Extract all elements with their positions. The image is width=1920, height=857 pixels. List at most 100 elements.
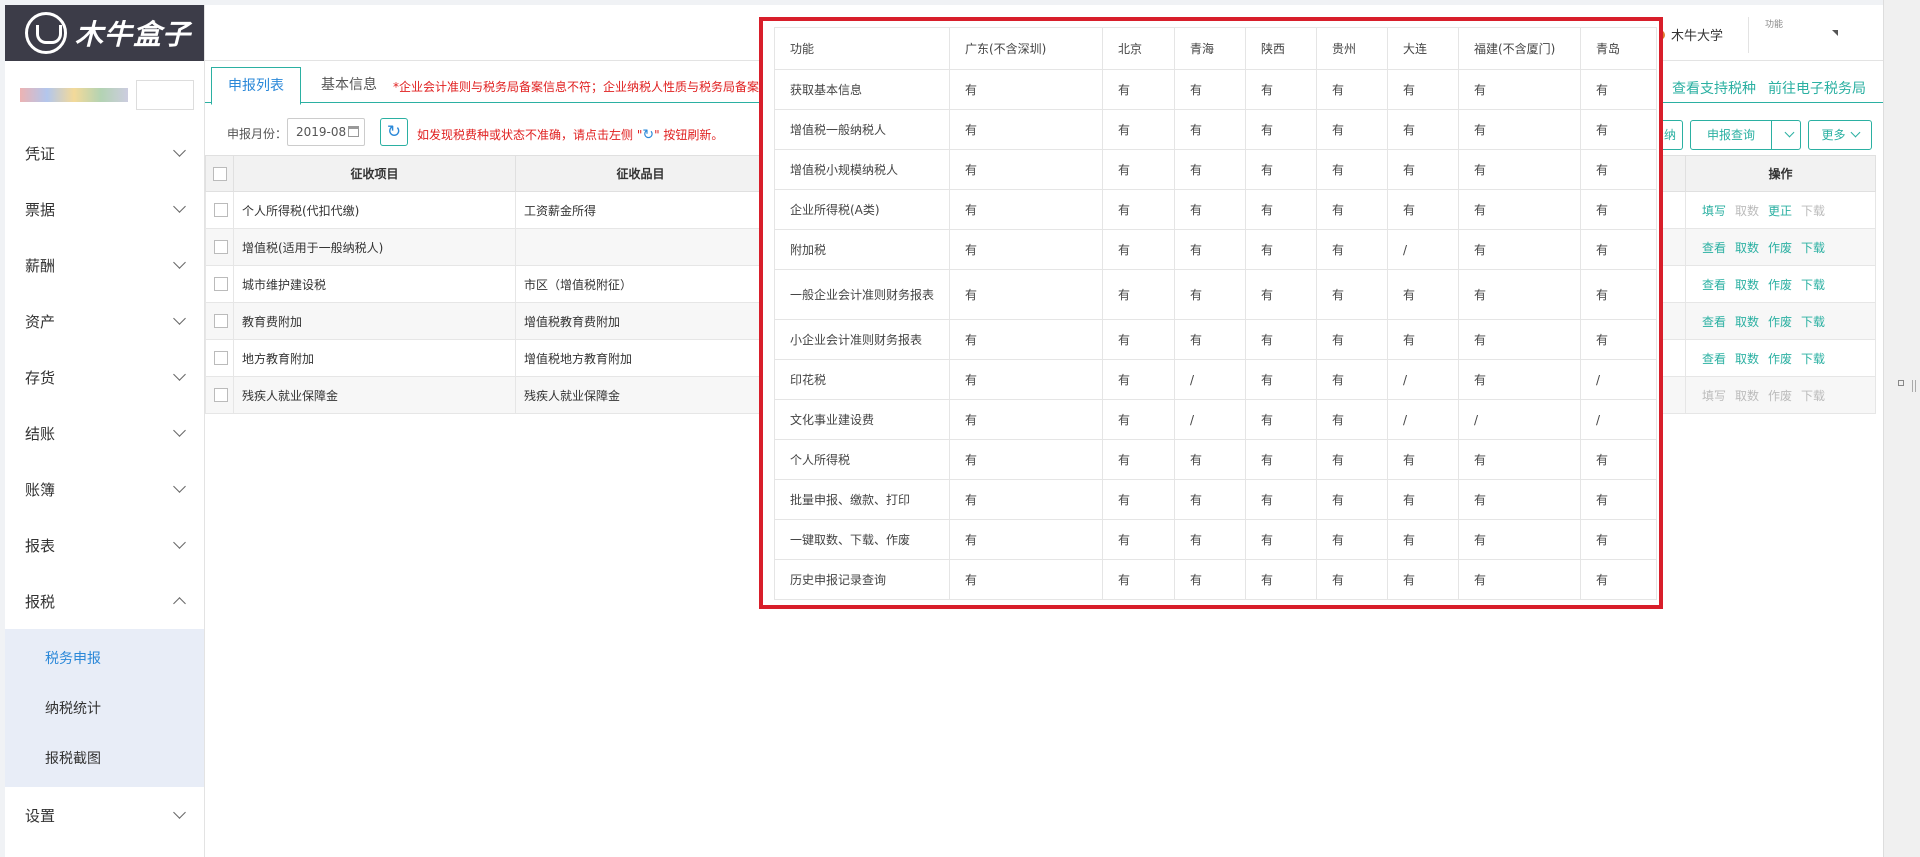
feature-cell: 有 <box>949 269 1103 320</box>
e-tax-bureau-link[interactable]: 前往电子税务局 <box>1768 78 1866 98</box>
row-op[interactable]: 取数 <box>1735 278 1759 292</box>
declaration-query-button[interactable]: 申报查询 <box>1690 120 1772 150</box>
tab-basic-info[interactable]: 基本信息 <box>305 67 393 103</box>
sidebar-item-1[interactable]: 票据 <box>5 181 204 237</box>
feature-cell: / <box>1387 359 1459 400</box>
refresh-button[interactable]: ↻ <box>380 118 408 146</box>
feature-cell: 有 <box>1102 439 1175 480</box>
cell-category: 增值税地方教育附加 <box>515 339 766 377</box>
row-op[interactable]: 作废 <box>1768 315 1792 329</box>
feature-cell: 有 <box>1316 559 1388 600</box>
cell-category <box>515 228 766 266</box>
feature-cell: 有 <box>1580 269 1657 320</box>
row-op[interactable]: 查看 <box>1702 278 1726 292</box>
row-checkbox-cell[interactable] <box>205 265 234 303</box>
feature-cell: 有 <box>1316 69 1388 110</box>
feature-header-cell: 大连 <box>1387 27 1459 70</box>
more-button[interactable]: 更多 <box>1808 120 1872 150</box>
cell-item: 教育费附加 <box>233 302 516 340</box>
feature-row: 获取基本信息有有有有有有有有 <box>774 69 1657 110</box>
feature-cell: 附加税 <box>774 229 950 270</box>
sidebar-subitem-1[interactable]: 纳税统计 <box>5 683 204 733</box>
cell-ops: 查看 取数 作废 下载 <box>1685 339 1876 377</box>
row-op[interactable]: 作废 <box>1768 278 1792 292</box>
row-checkbox[interactable] <box>214 240 228 255</box>
sidebar-item-settings[interactable]: 设置 <box>5 787 204 843</box>
feature-cell: 有 <box>1458 269 1581 320</box>
row-checkbox[interactable] <box>214 351 228 366</box>
feature-cell: 有 <box>1387 479 1459 520</box>
row-op[interactable]: 取数 <box>1735 241 1759 255</box>
row-op[interactable]: 作废 <box>1768 241 1792 255</box>
user-menu[interactable]: 木牛大学 <box>1655 25 1723 44</box>
feature-cell: / <box>1387 229 1459 270</box>
row-op[interactable]: 作废 <box>1768 352 1792 366</box>
feature-header-cell: 青岛 <box>1580 27 1657 70</box>
select-all-cell[interactable] <box>205 155 234 192</box>
row-checkbox-cell[interactable] <box>205 339 234 377</box>
row-checkbox[interactable] <box>214 314 228 329</box>
feature-cell: 有 <box>949 229 1103 270</box>
row-checkbox[interactable] <box>214 277 228 292</box>
feature-cell: 有 <box>1102 319 1175 360</box>
feature-cell: 有 <box>1102 189 1175 230</box>
month-picker[interactable]: 2019-08 <box>287 118 365 146</box>
sidebar-subitem-0[interactable]: 税务申报 <box>5 633 204 683</box>
feature-cell: 有 <box>1102 359 1175 400</box>
row-checkbox-cell[interactable] <box>205 191 234 229</box>
query-dropdown-button[interactable] <box>1771 120 1801 150</box>
feature-header-row: 功能 广东(不含深圳) 北京 青海 陕西 贵州 大连 福建(不含厦门) 青岛 <box>774 27 1657 70</box>
tab-declaration-list[interactable]: 申报列表 <box>211 67 301 105</box>
row-checkbox[interactable] <box>214 203 228 218</box>
sidebar-item-tax[interactable]: 报税 <box>5 573 204 629</box>
chevron-down-icon <box>173 312 186 325</box>
company-switch-box[interactable] <box>136 80 194 110</box>
feature-cell: 有 <box>1580 439 1657 480</box>
row-op[interactable]: 查看 <box>1702 315 1726 329</box>
feature-cell: 有 <box>1174 479 1246 520</box>
sidebar-item-7[interactable]: 报表 <box>5 517 204 573</box>
row-op[interactable]: 更正 <box>1768 204 1792 218</box>
dropdown-triangle-icon[interactable] <box>1832 30 1838 36</box>
row-checkbox-cell[interactable] <box>205 302 234 340</box>
feature-cell: / <box>1458 399 1581 440</box>
row-checkbox-cell[interactable] <box>205 228 234 266</box>
row-op[interactable]: 下载 <box>1801 315 1825 329</box>
feature-cell: 有 <box>1316 359 1388 400</box>
feature-cell: 增值税一般纳税人 <box>774 109 950 150</box>
sidebar-item-3[interactable]: 资产 <box>5 293 204 349</box>
feature-header-cell: 贵州 <box>1316 27 1388 70</box>
company-selector[interactable] <box>20 75 194 115</box>
sidebar-item-2[interactable]: 薪酬 <box>5 237 204 293</box>
row-op[interactable]: 取数 <box>1735 315 1759 329</box>
row-op[interactable]: 查看 <box>1702 352 1726 366</box>
feature-cell: 有 <box>1580 319 1657 360</box>
row-op[interactable]: 填写 <box>1702 204 1726 218</box>
sidebar-item-5[interactable]: 结账 <box>5 405 204 461</box>
row-op[interactable]: 下载 <box>1801 241 1825 255</box>
row-op[interactable]: 查看 <box>1702 241 1726 255</box>
sidebar-subitem-2[interactable]: 报税截图 <box>5 733 204 783</box>
sidebar-item-4[interactable]: 存货 <box>5 349 204 405</box>
row-checkbox[interactable] <box>214 388 228 403</box>
cell-category: 残疾人就业保障金 <box>515 376 766 414</box>
chevron-down-icon <box>173 536 186 549</box>
feature-cell: 有 <box>1387 439 1459 480</box>
select-all-checkbox[interactable] <box>212 166 227 181</box>
view-supported-taxes-link[interactable]: 查看支持税种 <box>1672 78 1756 98</box>
cell-category: 市区（增值税附征） <box>515 265 766 303</box>
row-op[interactable]: 下载 <box>1801 278 1825 292</box>
sidebar-item-0[interactable]: 凭证 <box>5 125 204 181</box>
row-op[interactable]: 取数 <box>1735 352 1759 366</box>
brand-logo[interactable]: 木牛盒子 <box>5 5 204 61</box>
feature-cell: 有 <box>1102 519 1175 560</box>
header-divider <box>1748 17 1749 53</box>
feature-cell: 批量申报、缴款、打印 <box>774 479 950 520</box>
sidebar-item-6[interactable]: 账簿 <box>5 461 204 517</box>
row-op: 取数 <box>1735 203 1760 218</box>
row-op[interactable]: 下载 <box>1801 352 1825 366</box>
header-mini-label: 功能 <box>1765 20 1784 30</box>
feature-cell: 有 <box>1387 189 1459 230</box>
row-checkbox-cell[interactable] <box>205 376 234 414</box>
vertical-scrollbar[interactable] <box>1883 0 1920 857</box>
